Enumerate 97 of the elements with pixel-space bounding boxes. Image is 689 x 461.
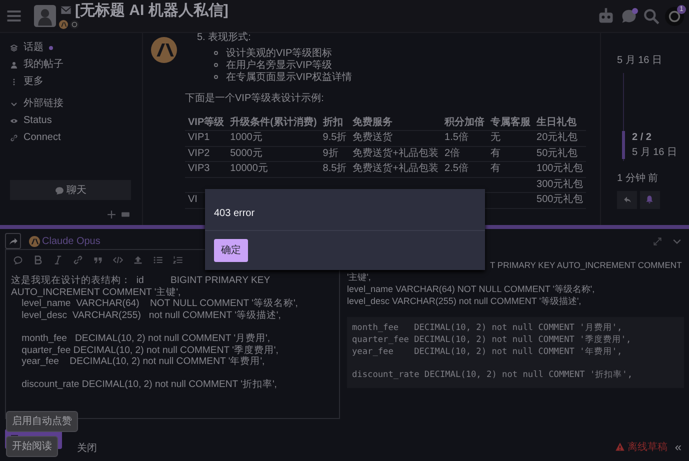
- table-cell: 5000元: [227, 146, 320, 162]
- column-header: 积分加倍: [442, 115, 488, 130]
- upload-icon[interactable]: [133, 254, 143, 264]
- user-icon: [10, 60, 18, 68]
- table-cell: 9折: [320, 146, 350, 162]
- avatar[interactable]: [70, 20, 79, 30]
- table-cell: 2倍: [442, 146, 488, 162]
- list-item: 在用户名旁显示VIP等级: [226, 58, 332, 72]
- table-cell: 20元礼包: [534, 130, 586, 146]
- table-cell: 8.5折: [320, 162, 350, 177]
- link-icon: [10, 134, 18, 142]
- chat-button[interactable]: 聊天: [10, 180, 131, 200]
- list-item: 在专属页面显示VIP权益详情: [226, 70, 352, 84]
- bullet-icon: [214, 51, 218, 55]
- confirm-button[interactable]: 确定: [214, 239, 248, 262]
- sidebar-link[interactable]: 我的帖子: [24, 57, 64, 72]
- topics-icon: [10, 44, 18, 52]
- avatar[interactable]: [151, 37, 177, 63]
- code-icon[interactable]: [113, 254, 123, 264]
- plus-icon[interactable]: [106, 210, 116, 219]
- table-cell: VIP2: [185, 146, 228, 162]
- bell-icon: [645, 195, 654, 204]
- draft-status: 离线草稿: [627, 440, 668, 454]
- table-cell: 2.5倍: [442, 162, 488, 177]
- timeline-date[interactable]: 1 分钟 前: [617, 171, 689, 186]
- column-header: 专属客服: [488, 115, 534, 130]
- table-cell: 500元礼包: [534, 192, 586, 208]
- topic-title: [无标题 AI 机器人私信]: [75, 2, 228, 18]
- reply-icon: [622, 195, 632, 204]
- quote-bubble-icon[interactable]: [13, 254, 23, 264]
- share-button[interactable]: [5, 233, 21, 249]
- message-text: 这是我现在设计的表结构： id BIGINT PRIMARY KEY AUTO_INCREMENT COMMENT '主键', level_name VARCHAR(64) NOT NULL COMMENT '等级名称', level_desc VARCHAR(255) not null COMMENT '等级描述', month_fee DECIMAL(10, 2) not null COMMENT '月费用', quarter_fee DECIMAL(10, 2) not null COMMENT '季度费用', year_fee DECIMAL(10, 2) not null COMMENT '年费用', discount_rate DECIMAL(10, 2) not null COMMENT '折扣率',: [10, 274, 299, 392]
- timeline-date[interactable]: 5 月 16 日: [617, 53, 689, 68]
- avatar: [28, 236, 40, 246]
- expand-icon[interactable]: [652, 236, 662, 246]
- list-item: 设计美观的VIP等级图标: [226, 46, 332, 60]
- modal-message: 403 error: [205, 189, 485, 231]
- share-icon: [8, 236, 18, 246]
- collapse-button[interactable]: «: [674, 438, 682, 456]
- table-cell: VIP3: [185, 162, 228, 177]
- bullet-icon: [214, 63, 218, 67]
- table-cell: 10000元: [227, 162, 320, 177]
- table-cell: 无: [488, 130, 534, 146]
- envelope-icon: [58, 4, 72, 16]
- preview-text: level_name VARCHAR(64) NOT NULL COMMENT '等级名称',: [347, 283, 596, 295]
- bullet-list-icon[interactable]: [153, 254, 163, 264]
- code-block: month_fee DECIMAL(10, 2) not null COMMENT '月费用', quarter_fee DECIMAL(10, 2) not null COMMENT '季度费用', year_fee DECIMAL(10, 2) not null COMMENT '年费用', discount_rate DECIMAL(10, 2) not null COMMENT '折扣率',: [347, 317, 684, 388]
- blockquote-icon[interactable]: [93, 254, 103, 264]
- timeline-handle[interactable]: 2 / 2 5 月 16 日: [622, 131, 678, 159]
- table-cell: 免费送货+礼品包装: [350, 146, 442, 162]
- table-cell: 300元礼包: [534, 177, 586, 192]
- collapse-icon[interactable]: [672, 236, 682, 246]
- keyboard-icon[interactable]: [120, 210, 130, 219]
- sidebar-link[interactable]: 话题: [24, 40, 44, 55]
- sidebar-link[interactable]: Connect: [24, 130, 61, 145]
- chevron-icon[interactable]: [10, 100, 18, 108]
- table-cell: 免费送货+礼品包装: [350, 162, 442, 177]
- table-cell: VIP1: [185, 130, 228, 146]
- numbered-list-icon[interactable]: [173, 254, 183, 264]
- table-cell: 9.5折: [320, 130, 350, 146]
- robot-icon[interactable]: [597, 7, 615, 25]
- avatar[interactable]: [34, 5, 56, 27]
- table-cell: 1000元: [227, 130, 320, 146]
- bold-icon[interactable]: [33, 254, 43, 264]
- column-header: 升级条件(累计消费): [227, 115, 320, 130]
- list-item: 5. 表现形式:: [197, 32, 252, 44]
- column-header: VIP等级: [185, 115, 228, 130]
- preview-text: '主键',: [347, 271, 372, 283]
- avatar[interactable]: [58, 20, 68, 30]
- table-cell: 免费送货: [350, 130, 442, 146]
- link-icon[interactable]: [73, 254, 83, 264]
- search-icon[interactable]: [643, 8, 660, 24]
- column-header: 免费服务: [350, 115, 442, 130]
- preview-text: T PRIMARY KEY AUTO_INCREMENT COMMENT: [489, 259, 683, 271]
- close-link[interactable]: 关闭: [77, 441, 97, 456]
- chat-icon[interactable]: [620, 7, 638, 25]
- paragraph: 下面是一个VIP等级表设计示例:: [185, 92, 325, 106]
- bullet-icon: [214, 75, 218, 79]
- eye-icon: [10, 116, 18, 124]
- tooltip: 启用自动点赞: [6, 411, 78, 432]
- warning-icon: [614, 442, 625, 452]
- reply-button[interactable]: [617, 191, 637, 209]
- table-cell: 50元礼包: [534, 146, 586, 162]
- preview-text: level_desc VARCHAR(255) not null COMMENT '等级描述',: [347, 295, 582, 307]
- sidebar-link[interactable]: 更多: [24, 74, 44, 89]
- chat-icon: [54, 186, 64, 194]
- table-cell: 100元礼包: [534, 162, 586, 177]
- table-cell: 有: [488, 162, 534, 177]
- italic-icon[interactable]: [53, 254, 63, 264]
- start-reading-button[interactable]: 开始阅读: [6, 436, 58, 457]
- table-cell: 1.5倍: [442, 130, 488, 146]
- table-cell: 有: [488, 146, 534, 162]
- column-header: 折扣: [320, 115, 350, 130]
- notification-button[interactable]: [640, 191, 660, 209]
- sidebar-link[interactable]: Status: [24, 113, 52, 128]
- section-header[interactable]: 外部链接: [24, 96, 64, 111]
- column-header: 生日礼包: [534, 115, 586, 130]
